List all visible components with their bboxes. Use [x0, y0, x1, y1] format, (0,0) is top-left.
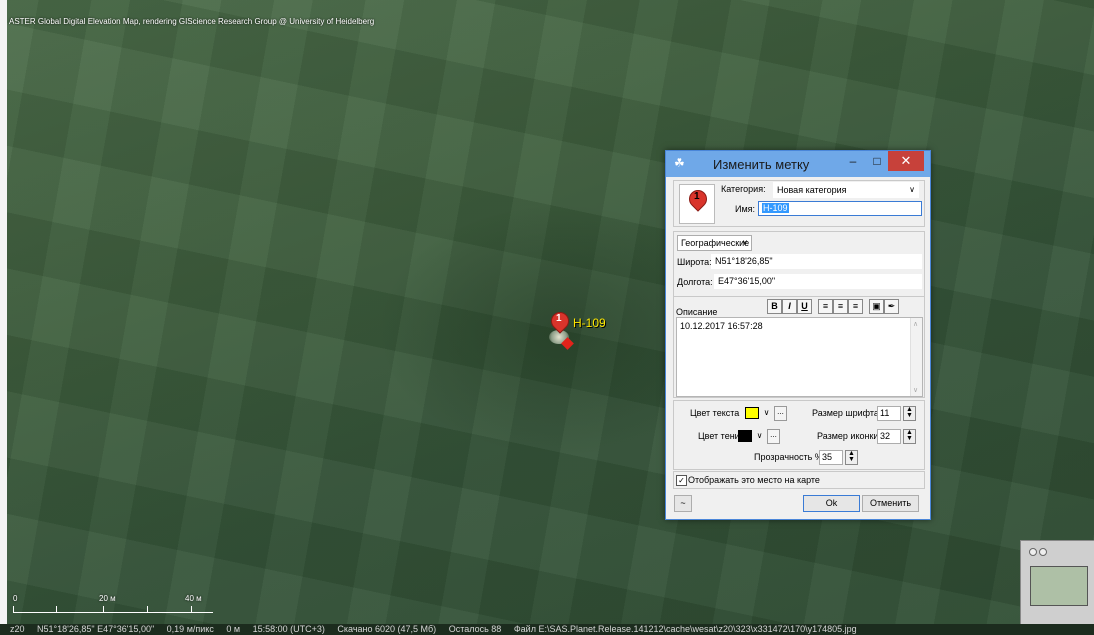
- minimize-icon[interactable]: –: [840, 151, 866, 171]
- shadow-color-swatch[interactable]: [738, 430, 752, 442]
- icon-size-input[interactable]: 32: [877, 429, 901, 444]
- font-size-spinner-icon[interactable]: ▲ ▼: [903, 406, 916, 421]
- app-icon: ☘: [674, 156, 685, 170]
- shadow-color-more-button[interactable]: ...: [767, 429, 780, 444]
- dialog-titlebar[interactable]: ☘ Изменить метку – □ ✕: [666, 151, 930, 177]
- map-left-edge: [0, 0, 7, 635]
- opacity-input[interactable]: 35: [819, 450, 843, 465]
- placemark-header-group: 1 Категория: Новая категория ∨ Имя: H-10…: [673, 180, 925, 227]
- icon-size-spinner-icon[interactable]: ▲ ▼: [903, 429, 916, 444]
- minimap-zoom-in-icon[interactable]: [1039, 548, 1047, 556]
- coordinates-group: Географические ∨ Широта: N51°18'26,85" Д…: [673, 231, 925, 297]
- scale-tick: [56, 606, 57, 613]
- shadow-color-dropdown-icon[interactable]: ∨: [753, 429, 766, 442]
- placemark-label[interactable]: H-109: [573, 316, 606, 330]
- longitude-value: E47°36'15,00": [718, 276, 776, 286]
- scroll-down-icon[interactable]: ∨: [913, 386, 918, 394]
- scale-label-20: 20 м: [99, 594, 116, 603]
- dialog-title: Изменить метку: [713, 157, 810, 172]
- show-on-map-label: Отображать это место на карте: [688, 475, 820, 485]
- text-color-dropdown-icon[interactable]: ∨: [760, 406, 773, 419]
- category-label: Категория:: [721, 184, 766, 194]
- scale-tick: [147, 606, 148, 613]
- font-size-value: 11: [880, 408, 890, 418]
- chevron-down-icon: ∨: [909, 185, 915, 194]
- edit-placemark-dialog: ☘ Изменить метку – □ ✕ 1 Категория: Нова…: [665, 150, 931, 520]
- scale-label-0: 0: [13, 594, 18, 603]
- status-bar: z20 N51°18'26,85" E47°36'15,00" 0,19 м/п…: [0, 624, 1094, 635]
- opacity-spinner-icon[interactable]: ▲ ▼: [845, 450, 858, 465]
- cancel-button[interactable]: Отменить: [862, 495, 919, 512]
- bold-button[interactable]: B: [767, 299, 782, 314]
- minimap[interactable]: [1020, 540, 1094, 627]
- text-color-label: Цвет текста: [690, 408, 740, 418]
- scale-label-40: 40 м: [185, 594, 202, 603]
- show-on-map-checkbox[interactable]: ✓: [676, 475, 687, 486]
- status-remaining: Осталось 88: [448, 624, 502, 634]
- status-zoom: z20: [10, 624, 25, 634]
- ok-button[interactable]: Ok: [803, 495, 860, 512]
- description-text: 10.12.2017 16:57:28: [680, 321, 763, 331]
- longitude-label: Долгота:: [677, 277, 713, 287]
- insert-link-icon[interactable]: ✒: [884, 299, 899, 314]
- longitude-input[interactable]: E47°36'15,00": [714, 274, 922, 289]
- icon-size-label: Размер иконки: [817, 431, 879, 441]
- shadow-color-label: Цвет тени: [698, 431, 740, 441]
- maximize-icon[interactable]: □: [864, 151, 890, 171]
- opacity-value: 35: [822, 452, 833, 462]
- description-group: Описание B I U ≡ ≡ ≡ ▣ ✒ 10.12.2017 16:5…: [673, 296, 925, 398]
- status-resolution: 0,19 м/пикс: [166, 624, 214, 634]
- name-input[interactable]: H-109: [758, 201, 922, 216]
- latitude-input[interactable]: N51°18'26,85": [711, 254, 922, 269]
- scale-tick: [13, 606, 14, 613]
- map-attribution: ASTER Global Digital Elevation Map, rend…: [9, 17, 375, 26]
- name-value: H-109: [762, 203, 789, 213]
- style-group: Цвет текста ∨ ... Размер шрифта 11 ▲ ▼ Цв…: [673, 400, 925, 470]
- status-time: 15:58:00 (UTC+3): [252, 624, 325, 634]
- name-label: Имя:: [735, 204, 756, 214]
- opacity-label: Прозрачность %: [754, 452, 823, 462]
- minimap-zoom-out-icon[interactable]: [1029, 548, 1037, 556]
- coord-format-value: Географические: [681, 238, 750, 248]
- category-value: Новая категория: [777, 185, 847, 195]
- scroll-up-icon[interactable]: ∧: [913, 320, 918, 328]
- minimap-viewport[interactable]: [1030, 566, 1088, 606]
- status-file: Файл E:\SAS.Planet.Release.141212\cache\…: [513, 624, 857, 634]
- tilde-button[interactable]: ~: [674, 495, 692, 512]
- description-scrollbar[interactable]: ∧ ∨: [910, 318, 922, 396]
- text-color-swatch[interactable]: [745, 407, 759, 419]
- visibility-group: ✓ Отображать это место на карте: [673, 471, 925, 489]
- latitude-value: N51°18'26,85": [715, 256, 773, 266]
- pin-number: 1: [556, 313, 562, 324]
- close-icon[interactable]: ✕: [888, 151, 924, 171]
- insert-image-icon[interactable]: ▣: [869, 299, 884, 314]
- category-select[interactable]: Новая категория ∨: [773, 182, 919, 198]
- scale-line: [13, 612, 213, 613]
- latitude-label: Широта:: [677, 257, 712, 267]
- formatting-toolbar: B I U ≡ ≡ ≡ ▣ ✒: [767, 299, 922, 314]
- font-size-input[interactable]: 11: [877, 406, 901, 421]
- scale-tick: [191, 606, 192, 613]
- align-left-icon[interactable]: ≡: [818, 299, 833, 314]
- placemark-icon-picker[interactable]: 1: [679, 184, 715, 224]
- italic-button[interactable]: I: [782, 299, 797, 314]
- status-coords: N51°18'26,85" E47°36'15,00": [37, 624, 155, 634]
- underline-button[interactable]: U: [797, 299, 812, 314]
- status-downloaded: Скачано 6020 (47,5 Мб): [337, 624, 437, 634]
- scale-bar: 0 20 м 40 м: [13, 594, 233, 619]
- scale-tick: [103, 606, 104, 613]
- chevron-down-icon: ∨: [742, 238, 748, 247]
- icon-size-value: 32: [880, 431, 891, 441]
- status-elevation: 0 м: [226, 624, 241, 634]
- coord-format-select[interactable]: Географические ∨: [677, 235, 752, 251]
- description-label: Описание: [676, 307, 718, 317]
- text-color-more-button[interactable]: ...: [774, 406, 787, 421]
- font-size-label: Размер шрифта: [812, 408, 879, 418]
- align-center-icon[interactable]: ≡: [833, 299, 848, 314]
- icon-number: 1: [694, 191, 700, 202]
- align-right-icon[interactable]: ≡: [848, 299, 863, 314]
- description-textarea[interactable]: 10.12.2017 16:57:28 ∧ ∨: [676, 317, 923, 397]
